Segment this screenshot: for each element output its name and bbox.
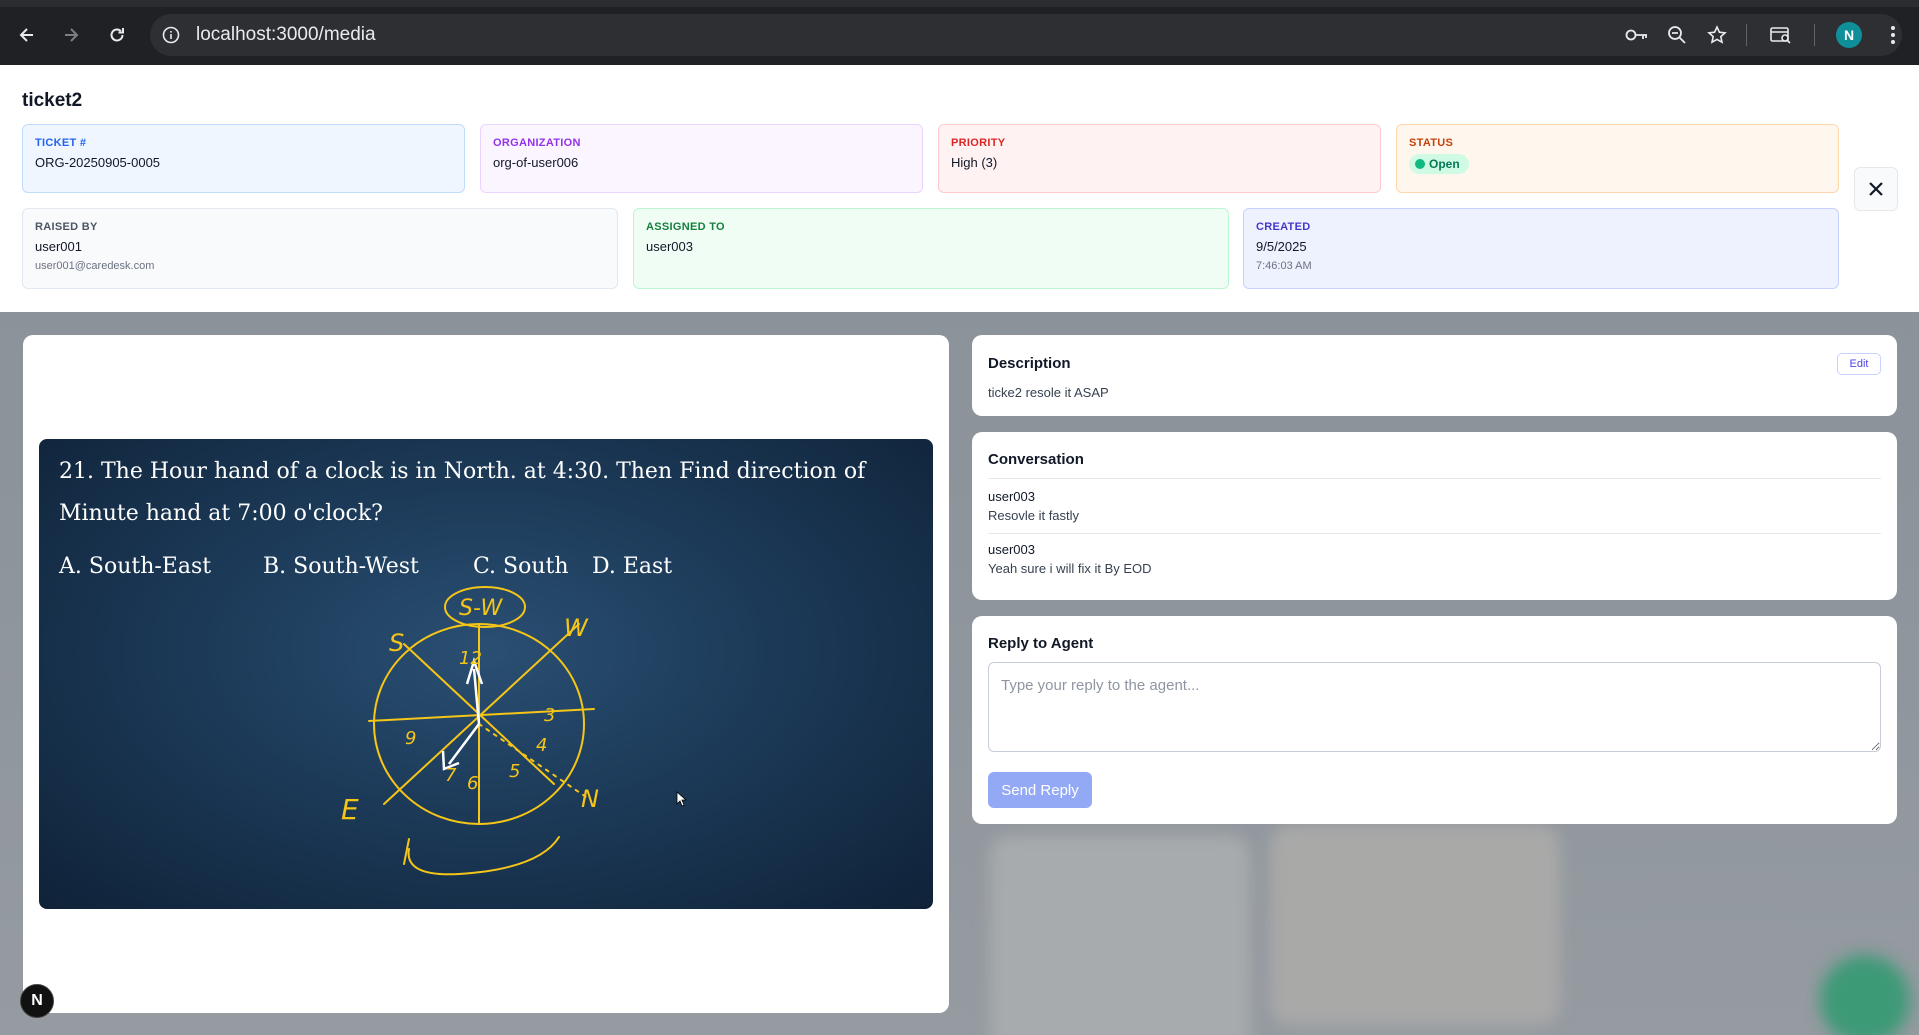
assigned-to-label: ASSIGNED TO	[646, 221, 725, 233]
raised-by-label: RAISED BY	[35, 221, 98, 233]
back-arrow-icon	[19, 28, 33, 42]
tab-strip	[0, 0, 1919, 7]
bg-blur-shape	[1820, 955, 1910, 1035]
sketch-label-n: N	[581, 785, 599, 813]
conversation-title: Conversation	[988, 451, 1084, 468]
mouse-cursor-icon	[676, 791, 688, 807]
sketch-label-5: 5	[509, 761, 520, 782]
organization-card: ORGANIZATION org-of-user006	[480, 124, 923, 193]
reload-icon	[110, 28, 124, 42]
message-author: user003	[988, 489, 1035, 504]
created-date: 9/5/2025	[1256, 239, 1307, 254]
reply-textarea[interactable]	[988, 662, 1881, 752]
sketch-label-4: 4	[536, 735, 547, 756]
reload-button[interactable]	[102, 20, 132, 50]
message-text: Resovle it fastly	[988, 508, 1080, 523]
edit-description-button[interactable]: Edit	[1837, 353, 1881, 375]
created-card: CREATED 9/5/2025 7:46:03 AM	[1243, 208, 1839, 289]
organization-value: org-of-user006	[493, 155, 579, 170]
reply-title: Reply to Agent	[988, 635, 1094, 652]
created-time: 7:46:03 AM	[1256, 260, 1312, 272]
toolbar-separator	[1814, 24, 1815, 46]
browser-menu-icon[interactable]	[1878, 20, 1908, 50]
bg-blur-shape	[990, 835, 1250, 1035]
nextjs-dev-badge[interactable]: N	[20, 984, 54, 1018]
organization-label: ORGANIZATION	[493, 137, 581, 149]
status-card: STATUS Open	[1396, 124, 1839, 193]
sketch-label-6: 6	[467, 773, 478, 794]
conversation-divider	[988, 478, 1881, 479]
created-label: CREATED	[1256, 221, 1311, 233]
profile-button[interactable]: N	[1834, 20, 1864, 50]
ticket-number-value: ORG-20250905-0005	[35, 155, 161, 170]
zoom-icon[interactable]	[1662, 20, 1692, 50]
forward-button[interactable]	[56, 20, 86, 50]
conversation-card: Conversation user003 Resovle it fastly u…	[972, 432, 1897, 600]
message-text: Yeah sure i will fix it By EOD	[988, 561, 1152, 576]
send-reply-button[interactable]: Send Reply	[988, 772, 1092, 808]
question-image[interactable]: 21. The Hour hand of a clock is in North…	[39, 439, 933, 909]
assigned-to-value: user003	[646, 239, 693, 254]
raised-by-value: user001	[35, 239, 82, 254]
sketch-label-w: W	[564, 614, 589, 642]
sketch-label-9: 9	[405, 728, 416, 749]
message-author: user003	[988, 542, 1035, 557]
close-icon	[1869, 182, 1883, 196]
description-text: ticke2 resole it ASAP	[988, 385, 1109, 400]
minute-hand-arrow	[441, 723, 480, 771]
priority-value: High (3)	[951, 155, 998, 170]
assigned-to-card: ASSIGNED TO user003	[633, 208, 1229, 289]
raised-by-card: RAISED BY user001 user001@caredesk.com	[22, 208, 618, 289]
status-value: Open	[1429, 157, 1460, 171]
site-info-icon[interactable]	[162, 26, 180, 49]
status-badge: Open	[1409, 154, 1469, 174]
sketch-label-3: 3	[544, 705, 555, 726]
password-key-icon[interactable]	[1622, 20, 1652, 50]
forward-arrow-icon	[65, 28, 79, 42]
sketch-label-top: S-W	[459, 596, 504, 621]
sketch-label-s: S	[389, 629, 404, 657]
ticket-number-card: TICKET # ORG-20250905-0005	[22, 124, 465, 193]
status-label: STATUS	[1409, 137, 1454, 149]
reply-card: Reply to Agent Send Reply	[972, 616, 1897, 824]
ticket-title: ticket2	[22, 90, 83, 111]
media-viewer-panel: 21. The Hour hand of a clock is in North…	[23, 335, 949, 1013]
browser-toolbar: localhost:3000/media N	[0, 0, 1919, 65]
url-text[interactable]: localhost:3000/media	[196, 24, 376, 46]
bg-blur-shape	[1270, 825, 1560, 1025]
sketch-label-12: 12	[459, 648, 482, 669]
sketch-label-7: 7	[445, 765, 457, 786]
bookmark-star-icon[interactable]	[1702, 20, 1732, 50]
status-dot-icon	[1415, 159, 1425, 169]
ticket-number-label: TICKET #	[35, 137, 87, 149]
compass-sketch: S-W S W E N 12 3 6 9 4 5 7	[341, 586, 599, 876]
back-button[interactable]	[12, 20, 42, 50]
description-title: Description	[988, 355, 1071, 372]
raised-by-email: user001@caredesk.com	[35, 260, 155, 272]
tab-search-icon[interactable]	[1766, 20, 1796, 50]
description-card: Description Edit ticke2 resole it ASAP	[972, 335, 1897, 416]
priority-label: PRIORITY	[951, 137, 1006, 149]
sketch-label-e: E	[341, 793, 359, 826]
toolbar-separator	[1746, 24, 1747, 46]
conversation-divider	[988, 533, 1881, 534]
priority-card: PRIORITY High (3)	[938, 124, 1381, 193]
profile-avatar: N	[1836, 22, 1862, 48]
close-button[interactable]	[1854, 167, 1898, 211]
